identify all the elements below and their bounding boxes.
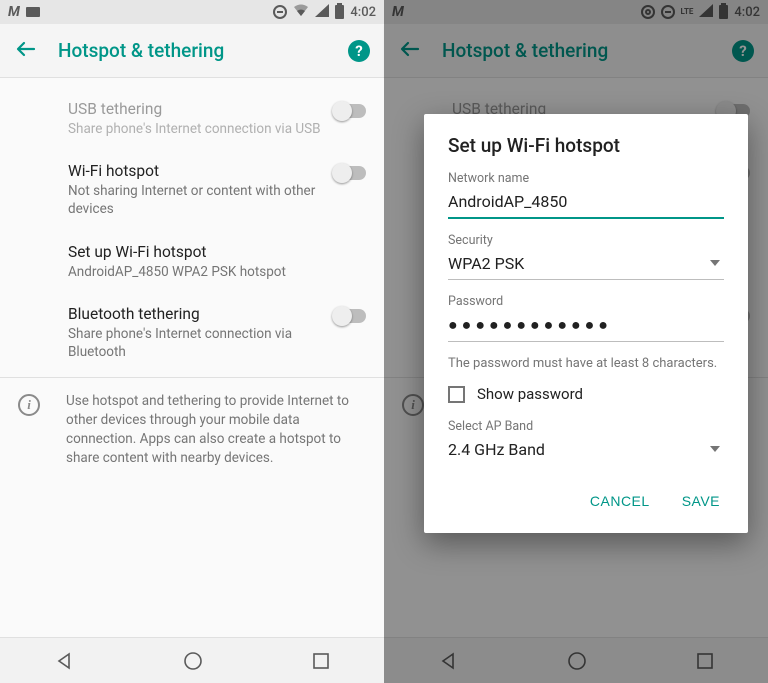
toggle-wifi[interactable] [334,166,366,180]
signal-icon [315,4,329,21]
row-title: Wi-Fi hotspot [68,162,332,180]
notif-icon-m: M [8,4,20,20]
nav-home-icon[interactable] [182,650,204,672]
info-text: Use hotspot and tethering to provide Int… [66,392,366,468]
back-icon[interactable] [14,38,36,64]
field-label: Security [448,233,724,248]
dnd-icon [273,5,287,19]
field-security[interactable]: Security WPA2 PSK [448,233,724,280]
field-password[interactable]: Password ●●●●●●●●●●●● [448,294,724,342]
checkbox-label: Show password [477,385,583,403]
notif-icon-screenshot [26,7,40,17]
toggle-bt[interactable] [334,309,366,323]
field-label: Password [448,294,724,309]
app-bar: Hotspot & tethering ? [0,24,384,78]
wifi-icon [293,4,309,21]
row-title: USB tethering [68,100,332,118]
row-title: Set up Wi-Fi hotspot [68,243,332,261]
field-ap-band[interactable]: Select AP Band 2.4 GHz Band [448,419,724,465]
cancel-button[interactable]: CANCEL [586,485,654,517]
field-label: Select AP Band [448,419,724,434]
show-password-row[interactable]: Show password [448,385,724,403]
ap-band-select[interactable]: 2.4 GHz Band [448,438,724,465]
password-input[interactable]: ●●●●●●●●●●●● [448,313,724,342]
field-label: Network name [448,171,724,186]
nav-recent-icon[interactable] [311,651,331,671]
security-select[interactable]: WPA2 PSK [448,252,724,280]
help-icon[interactable]: ? [348,40,370,62]
row-bluetooth-tethering[interactable]: Bluetooth tethering Share phone's Intern… [0,293,384,373]
field-network-name[interactable]: Network name AndroidAP_4850 [448,171,724,219]
row-title: Bluetooth tethering [68,305,332,323]
row-setup-hotspot[interactable]: Set up Wi-Fi hotspot AndroidAP_4850 WPA2… [0,231,384,293]
nav-bar [0,637,384,683]
dialog-title: Set up Wi-Fi hotspot [448,134,724,157]
screen-left: M 4:02 Hotspot & tethering ? USB tetheri… [0,0,384,683]
password-hint: The password must have at least 8 charac… [448,356,724,371]
row-subtitle: Not sharing Internet or content with oth… [68,182,332,218]
save-button[interactable]: SAVE [678,485,724,517]
dialog-setup-hotspot: Set up Wi-Fi hotspot Network name Androi… [424,114,748,533]
toggle-usb[interactable] [334,104,366,118]
nav-back-icon[interactable] [53,650,75,672]
info-row: i Use hotspot and tethering to provide I… [0,377,384,482]
dialog-actions: CANCEL SAVE [448,479,724,523]
status-time: 4:02 [350,5,376,20]
row-usb-tethering[interactable]: USB tethering Share phone's Internet con… [0,88,384,150]
info-icon: i [18,394,40,416]
row-subtitle: AndroidAP_4850 WPA2 PSK hotspot [68,263,332,281]
status-bar: M 4:02 [0,0,384,24]
settings-list: USB tethering Share phone's Internet con… [0,78,384,637]
row-subtitle: Share phone's Internet connection via Bl… [68,325,332,361]
battery-icon [335,5,344,19]
row-subtitle: Share phone's Internet connection via US… [68,120,332,138]
network-name-input[interactable]: AndroidAP_4850 [448,190,724,219]
page-title: Hotspot & tethering [58,39,348,62]
screen-right: M LTE 4:02 Hotspot & tethering ? USB tet… [384,0,768,683]
row-wifi-hotspot[interactable]: Wi-Fi hotspot Not sharing Internet or co… [0,150,384,230]
checkbox-show-password[interactable] [448,386,465,403]
